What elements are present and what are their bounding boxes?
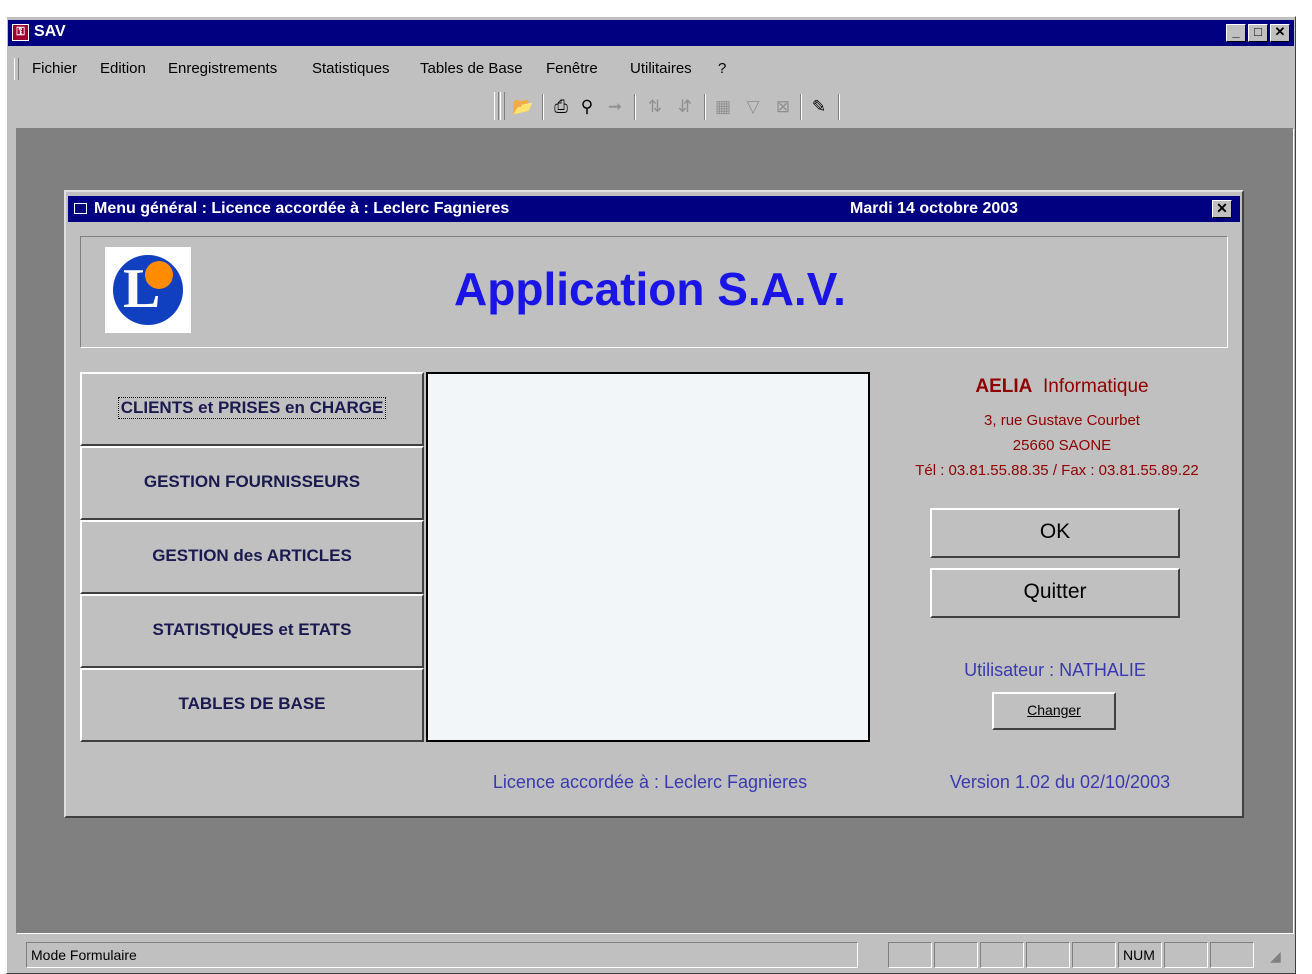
- maximize-button[interactable]: □: [1248, 24, 1268, 42]
- menu-utilitaires[interactable]: Utilitaires: [630, 60, 692, 77]
- form-close-button[interactable]: ✕: [1212, 200, 1232, 218]
- status-mode: Mode Formulaire: [26, 942, 858, 968]
- open-folder-icon[interactable]: 📂: [510, 94, 536, 120]
- company-city: 25660 SAONE: [1012, 437, 1112, 454]
- find-next-icon[interactable]: ➞: [602, 94, 628, 120]
- nav-statistiques-label: STATISTIQUES et ETATS: [152, 620, 352, 639]
- minimize-button[interactable]: _: [1226, 24, 1246, 42]
- remove-filter-icon[interactable]: ⊠: [770, 94, 796, 120]
- toolbar-separator: [634, 94, 636, 120]
- form-date: Mardi 14 octobre 2003: [850, 200, 1019, 217]
- nav-articles-label: GESTION des ARTICLES: [152, 546, 352, 565]
- application-heading: Application S.A.V.: [454, 263, 846, 315]
- user-label: Utilisateur : NATHALIE: [964, 660, 1146, 680]
- app-titlebar[interactable]: ⚿ SAV _ □ ✕: [8, 20, 1294, 46]
- nav-fournisseurs-label: GESTION FOURNISSEURS: [143, 472, 361, 491]
- resize-grip-icon[interactable]: ◢: [1270, 948, 1281, 965]
- menu-statistiques[interactable]: Statistiques: [312, 60, 390, 77]
- quit-button[interactable]: Quitter: [930, 568, 1180, 618]
- menu-enregistrements[interactable]: Enregistrements: [168, 60, 277, 77]
- toolbar-grip[interactable]: [494, 92, 499, 120]
- status-cell: [934, 942, 978, 968]
- app-title: SAV: [34, 23, 66, 40]
- company-name: AELIA Informatique: [922, 376, 1202, 398]
- binoculars-find-icon[interactable]: ⚲: [574, 94, 600, 120]
- nav-clients-label: CLIENTS et PRISES en CHARGE: [117, 397, 387, 419]
- nav-fournisseurs-button[interactable]: GESTION FOURNISSEURS: [80, 446, 424, 520]
- nav-tables-button[interactable]: TABLES DE BASE: [80, 668, 424, 742]
- change-user-button[interactable]: Changer: [992, 692, 1116, 730]
- toolbar-separator: [800, 94, 802, 120]
- status-cell: [980, 942, 1024, 968]
- sort-descending-icon[interactable]: ⇵: [672, 94, 698, 120]
- company-brand: AELIA: [975, 376, 1033, 397]
- toolbar-separator: [542, 94, 544, 120]
- nav-clients-button[interactable]: CLIENTS et PRISES en CHARGE: [80, 372, 424, 446]
- menu-fenetre[interactable]: Fenêtre: [546, 60, 598, 77]
- version-text: Version 1.02 du 02/10/2003: [949, 772, 1171, 792]
- form-titlebar[interactable]: Menu général : Licence accordée à : Lecl…: [68, 196, 1240, 222]
- toolbar-separator: [838, 94, 840, 120]
- status-cell: [1210, 942, 1254, 968]
- form-title: Menu général : Licence accordée à : Lecl…: [94, 200, 510, 217]
- status-cell: [888, 942, 932, 968]
- logo-letter: L: [123, 258, 161, 320]
- filter-by-form-icon[interactable]: ▦: [710, 94, 736, 120]
- company-suffix: Informatique: [1042, 376, 1149, 397]
- menu-bar: Fichier Edition Enregistrements Statisti…: [8, 56, 1294, 82]
- status-cell: [1026, 942, 1070, 968]
- nav-tables-label: TABLES DE BASE: [178, 694, 326, 713]
- apply-filter-icon[interactable]: ▽: [740, 94, 766, 120]
- nav-articles-button[interactable]: GESTION des ARTICLES: [80, 520, 424, 594]
- nav-statistiques-button[interactable]: STATISTIQUES et ETATS: [80, 594, 424, 668]
- licence-text: Licence accordée à : Leclerc Fagnieres: [492, 772, 808, 792]
- form-icon: [74, 203, 87, 214]
- leclerc-logo: L: [105, 247, 191, 333]
- menu-grip[interactable]: [14, 58, 19, 80]
- ok-button[interactable]: OK: [930, 508, 1180, 558]
- company-phone: Tél : 03.81.55.88.35 / Fax : 03.81.55.89…: [915, 462, 1199, 479]
- company-street: 3, rue Gustave Courbet: [984, 412, 1140, 429]
- status-cell: [1164, 942, 1208, 968]
- menu-fichier[interactable]: Fichier: [32, 60, 77, 77]
- menu-edition[interactable]: Edition: [100, 60, 146, 77]
- menu-help[interactable]: ?: [718, 60, 726, 77]
- toolbar-separator: [704, 94, 706, 120]
- sort-ascending-icon[interactable]: ⇅: [642, 94, 668, 120]
- access-app-icon: ⚿: [12, 24, 29, 41]
- toolbar: 📂 ⎙ ⚲ ➞ ⇅ ⇵ ▦ ▽ ⊠ ✎: [8, 86, 1294, 126]
- menu-tables-de-base[interactable]: Tables de Base: [420, 60, 523, 77]
- print-icon[interactable]: ⎙: [548, 94, 574, 120]
- status-bar: Mode Formulaire NUM ◢: [8, 936, 1294, 974]
- toolbar-grip-2[interactable]: [500, 92, 505, 120]
- status-cell: [1072, 942, 1116, 968]
- submenu-panel: [426, 372, 870, 742]
- close-button[interactable]: ✕: [1270, 24, 1290, 42]
- save-edit-icon[interactable]: ✎: [806, 94, 832, 120]
- status-num: NUM: [1118, 942, 1162, 968]
